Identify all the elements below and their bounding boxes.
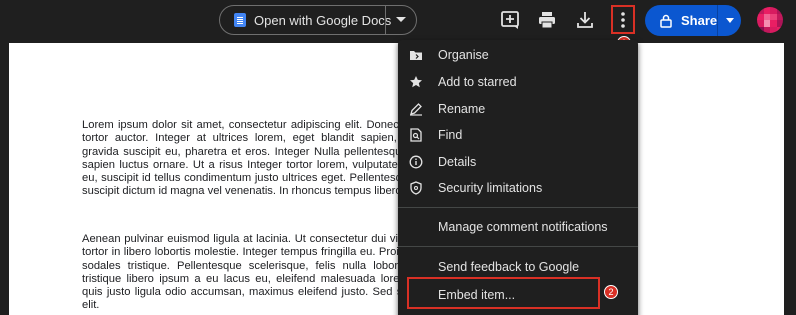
- google-docs-icon: [234, 13, 246, 27]
- share-divider: [717, 5, 718, 36]
- menu-item-rename[interactable]: Rename: [398, 96, 638, 122]
- menu-item-label: Send feedback to Google: [438, 260, 580, 274]
- more-actions-menu: Organise Add to starred Rename Find Deta…: [398, 40, 638, 315]
- find-in-page-icon: [408, 127, 424, 143]
- organise-folder-icon: [408, 47, 424, 63]
- more-button-highlight: [611, 5, 635, 34]
- open-with-dropdown-icon[interactable]: [396, 17, 406, 22]
- rename-pencil-icon: [408, 101, 424, 117]
- document-page: Lorem ipsum dolor sit amet, consectetur …: [9, 43, 784, 315]
- menu-item-label: Organise: [438, 48, 489, 62]
- menu-item-label: Add to starred: [438, 75, 517, 89]
- print-icon[interactable]: [535, 8, 559, 32]
- lock-icon: [660, 14, 672, 28]
- share-button[interactable]: Share: [645, 5, 741, 36]
- embed-item-highlight: [407, 277, 600, 309]
- menu-item-add-to-starred[interactable]: Add to starred: [398, 69, 638, 95]
- step-2-badge: 2: [604, 285, 618, 299]
- button-divider: [385, 6, 386, 34]
- menu-item-label: Rename: [438, 102, 486, 116]
- open-with-label: Open with Google Docs: [254, 12, 392, 28]
- menu-item-label: Details: [438, 155, 477, 169]
- download-icon[interactable]: [573, 8, 597, 32]
- share-label: Share: [681, 13, 718, 28]
- star-icon: [408, 74, 424, 90]
- menu-divider: [398, 207, 638, 208]
- menu-item-find[interactable]: Find: [398, 122, 638, 148]
- top-toolbar: Open with Google Docs 1 Share: [0, 0, 796, 50]
- menu-item-details[interactable]: Details: [398, 149, 638, 175]
- open-with-google-docs-button[interactable]: Open with Google Docs: [219, 5, 417, 35]
- menu-item-label: Manage comment notifications: [438, 220, 608, 234]
- menu-item-organise[interactable]: Organise: [398, 42, 638, 68]
- security-shield-icon: [408, 180, 424, 196]
- menu-item-manage-comment-notifications[interactable]: Manage comment notifications: [398, 214, 638, 240]
- menu-item-security-limitations[interactable]: Security limitations: [398, 175, 638, 201]
- add-comment-icon[interactable]: [498, 8, 522, 32]
- share-dropdown-icon[interactable]: [726, 18, 734, 23]
- avatar[interactable]: [757, 7, 783, 33]
- menu-item-label: Find: [438, 128, 463, 142]
- info-icon: [408, 154, 424, 170]
- menu-divider: [398, 246, 638, 247]
- menu-item-label: Security limitations: [438, 181, 543, 195]
